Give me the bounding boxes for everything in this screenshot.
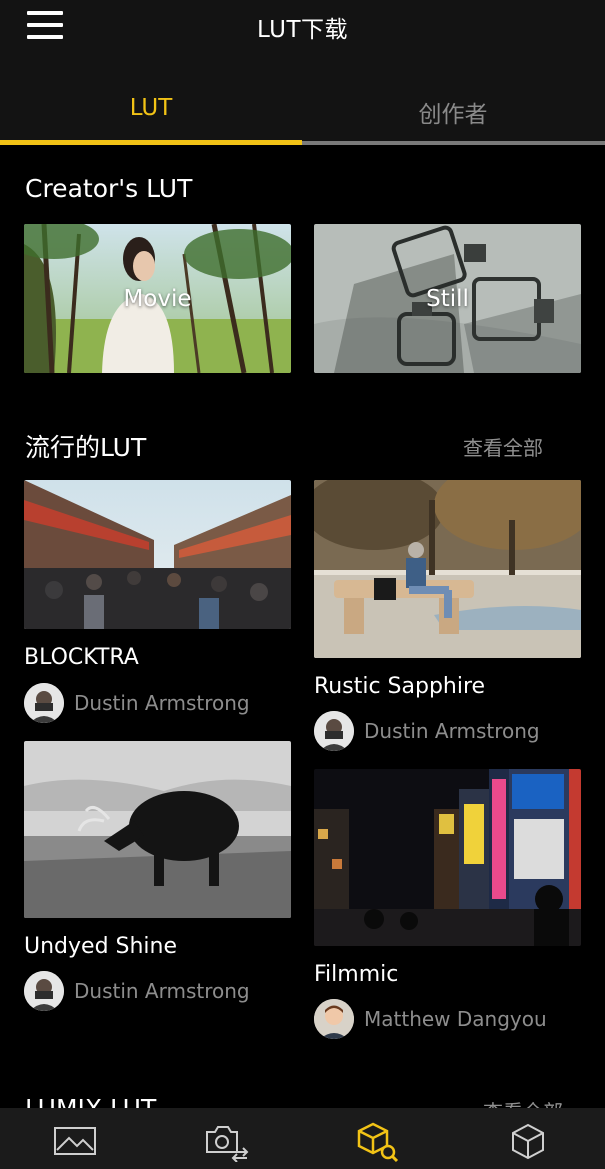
lut-name: BLOCKTRA xyxy=(24,645,139,670)
active-tab-indicator xyxy=(0,140,302,145)
camera-transfer-icon[interactable] xyxy=(203,1122,253,1163)
gallery-icon[interactable] xyxy=(52,1122,102,1162)
creator-card-still[interactable]: Still xyxy=(314,224,581,373)
lut-thumbnail-undyed-shine[interactable] xyxy=(24,741,291,918)
lut-search-icon[interactable] xyxy=(355,1122,405,1163)
page-title: LUT下载 xyxy=(256,17,349,43)
tab-lut[interactable]: LUT xyxy=(0,95,302,121)
lut-thumbnail-blocktra[interactable] xyxy=(24,480,291,629)
author-name: Dustin Armstrong xyxy=(364,719,540,743)
author-name: Dustin Armstrong xyxy=(74,979,250,1003)
author-row[interactable]: Dustin Armstrong xyxy=(24,971,284,1011)
avatar xyxy=(314,999,354,1039)
author-row[interactable]: Matthew Dangyou xyxy=(314,999,574,1039)
creator-card-label: Still xyxy=(426,285,469,312)
cube-icon[interactable] xyxy=(508,1122,558,1162)
top-bar: LUT下载 xyxy=(0,0,605,52)
street-market-image xyxy=(24,480,291,629)
night-city-image xyxy=(314,769,581,946)
tab-divider xyxy=(302,141,605,145)
section-title-creators-lut: Creator's LUT xyxy=(25,174,193,203)
avatar xyxy=(24,971,64,1011)
lut-name: Filmmic xyxy=(314,962,399,987)
author-name: Matthew Dangyou xyxy=(364,1007,547,1031)
avatar xyxy=(314,711,354,751)
tab-bar: LUT 创作者 xyxy=(0,52,605,145)
avatar xyxy=(24,683,64,723)
bottom-navigation xyxy=(0,1108,605,1169)
creator-card-movie[interactable]: Movie xyxy=(24,224,291,373)
moose-image xyxy=(24,741,291,918)
lut-name: Rustic Sapphire xyxy=(314,674,486,699)
see-all-popular-link[interactable]: 查看全部 xyxy=(463,432,543,461)
creator-card-label: Movie xyxy=(123,285,192,312)
author-name: Dustin Armstrong xyxy=(74,691,250,715)
author-row[interactable]: Dustin Armstrong xyxy=(24,683,284,723)
author-row[interactable]: Dustin Armstrong xyxy=(314,711,574,751)
lut-name: Undyed Shine xyxy=(24,934,178,959)
tab-creators[interactable]: 创作者 xyxy=(302,95,604,129)
lut-thumbnail-rustic-sapphire[interactable] xyxy=(314,480,581,658)
section-title-popular-lut: 流行的LUT xyxy=(25,433,147,462)
lut-thumbnail-filmmic[interactable] xyxy=(314,769,581,946)
park-bench-image xyxy=(314,480,581,658)
